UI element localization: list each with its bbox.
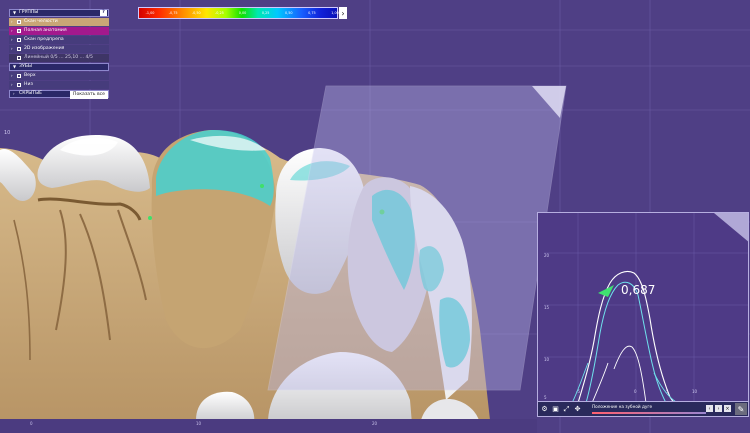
layer-label: Низ	[24, 81, 33, 87]
layer-checkbox[interactable]	[17, 83, 21, 87]
scale-collapse-button[interactable]: ›	[339, 7, 347, 19]
cross-section-plot: 20 15 10 5 -5 0 5 10	[544, 213, 748, 415]
scale-label: -0,50	[191, 11, 201, 15]
layer-checkbox[interactable]	[17, 47, 21, 51]
layer-label: Верх	[24, 72, 36, 78]
layer-checkbox[interactable]	[17, 29, 21, 33]
layer-checkbox[interactable]	[17, 20, 21, 24]
next-arrow-icon[interactable]: ›	[715, 405, 722, 412]
section-plane[interactable]	[267, 85, 567, 391]
ruler-label: 10	[196, 421, 202, 426]
inset-toolbar: ⚙ ▣ ⤢ ✥ Положение на зубной дуге ‹ › × ✎	[537, 401, 749, 417]
distance-value: 0,687	[621, 283, 656, 297]
scale-label: 0,50	[284, 11, 293, 15]
layer-label: Полная анатомия	[24, 27, 67, 33]
layer-item-preprep-scan[interactable]: › Скан предпрепа	[9, 36, 109, 44]
ruler-label: 20	[372, 421, 378, 426]
side-label: 10	[4, 130, 10, 136]
prev-arrow-icon[interactable]: ‹	[706, 405, 713, 412]
section-title: ГРУППЫ	[19, 9, 39, 15]
layer-panel: ▼ ГРУППЫ ? › Скан челюсти › Полная анато…	[9, 9, 109, 99]
layer-item-full-anatomy[interactable]: › Полная анатомия	[9, 27, 109, 35]
help-button[interactable]: ?	[100, 10, 107, 16]
close-icon[interactable]: ×	[724, 405, 731, 412]
inner-profile-b	[591, 345, 647, 404]
measure-icon[interactable]: ⤢	[562, 405, 571, 414]
scale-label: 1,00	[331, 11, 339, 15]
groups-section-header[interactable]: ▼ ГРУППЫ ?	[9, 9, 109, 17]
section-title: СКРЫТЫЕ	[19, 90, 43, 96]
scale-label: 0,75	[308, 11, 316, 15]
layer-checkbox[interactable]	[17, 38, 21, 42]
axis-y-label: 20	[544, 253, 550, 258]
move-icon[interactable]: ✥	[573, 405, 582, 414]
scale-label: -0,75	[168, 11, 178, 15]
layer-item-lower[interactable]: › Низ	[9, 81, 109, 89]
layer-checkbox[interactable]	[17, 56, 21, 60]
layer-checkbox[interactable]	[17, 74, 21, 78]
scale-label: 0,25	[261, 11, 270, 15]
scale-label: -1,00	[145, 11, 155, 15]
show-all-button[interactable]: Показать все	[69, 91, 108, 99]
bottom-ruler: 0 10 20	[0, 419, 537, 433]
layer-item-2d-images[interactable]: › 2D изображения	[9, 45, 109, 53]
layer-label: Скан челюсти	[24, 18, 58, 24]
layer-item-jaw-scan[interactable]: › Скан челюсти	[9, 18, 109, 26]
scale-label: 0,00	[238, 11, 247, 15]
hidden-section-header[interactable]: › СКРЫТЫЕ Показать все	[9, 90, 109, 99]
cross-section-view[interactable]: 20 15 10 5 -5 0 5 10 0,687	[537, 212, 749, 416]
axis-y-label: 5	[544, 395, 547, 400]
brush-icon[interactable]: ✎	[735, 403, 747, 415]
arch-position-label: Положение на зубной дуге	[592, 404, 653, 409]
layer-item-linear[interactable]: Линейный 0/5 ... 25,10 ... 4/5	[9, 54, 109, 62]
axis-y-label: 10	[544, 357, 550, 362]
ruler-label: 0	[30, 421, 33, 426]
view-icon[interactable]: ▣	[551, 405, 560, 414]
layer-label: Линейный 0/5 ... 25,10 ... 4/5	[24, 54, 93, 60]
section-title: ЗУБЫ	[19, 63, 32, 69]
teeth-section-header[interactable]: ▼ ЗУБЫ	[9, 63, 109, 71]
scale-label: -0,25	[214, 11, 224, 15]
layer-label: 2D изображения	[24, 45, 65, 51]
axis-y-label: 15	[544, 305, 550, 310]
arch-position-slider[interactable]	[592, 412, 706, 414]
axis-x-label: 0	[634, 389, 637, 394]
color-scale-labels: -1,00 -0,75 -0,50 -0,25 0,00 0,25 0,50 0,75 1,00	[146, 7, 339, 19]
layer-item-upper[interactable]: › Верх	[9, 72, 109, 80]
layer-label: Скан предпрепа	[24, 36, 64, 42]
gear-icon[interactable]: ⚙	[540, 405, 549, 414]
axis-x-label: 10	[692, 389, 698, 394]
